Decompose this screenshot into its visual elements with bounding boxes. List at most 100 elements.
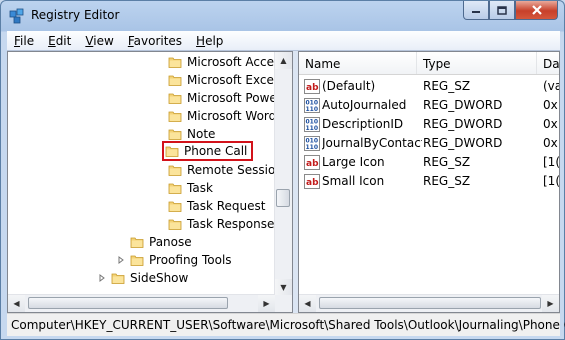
- tree-node[interactable]: Task Response: [168, 215, 274, 233]
- table-row[interactable]: 010 110 AutoJournaled REG_DWORD 0x: [299, 96, 559, 115]
- binary-value-icon: 010110: [304, 136, 320, 151]
- table-row[interactable]: ab Large Icon REG_SZ [1(: [299, 153, 560, 172]
- tree-node-label: Proofing Tools: [149, 253, 232, 267]
- value-type: REG_DWORD: [423, 117, 503, 131]
- scroll-left-arrow-icon[interactable]: ◀: [299, 295, 316, 312]
- scroll-thumb[interactable]: [319, 297, 541, 309]
- tree-node[interactable]: Microsoft Word: [168, 107, 276, 125]
- value-data: 0x: [543, 117, 558, 131]
- scroll-right-arrow-icon[interactable]: ▶: [542, 295, 559, 312]
- folder-icon: [168, 163, 182, 177]
- tree-node-label: Microsoft Word: [187, 109, 277, 123]
- value-data: [1(: [543, 174, 560, 188]
- registry-path: Computer\HKEY_CURRENT_USER\Software\Micr…: [11, 318, 565, 332]
- scroll-down-arrow-icon[interactable]: ▼: [275, 279, 292, 296]
- value-type: REG_DWORD: [423, 98, 503, 112]
- value-type: REG_DWORD: [423, 136, 503, 150]
- column-header-data[interactable]: Da: [537, 52, 559, 74]
- expand-arrow-icon[interactable]: [117, 256, 125, 264]
- tree-node[interactable]: Proofing Tools: [130, 251, 232, 269]
- scroll-left-arrow-icon[interactable]: ◀: [8, 295, 25, 312]
- binary-value-icon: 010110: [304, 117, 320, 132]
- menu-file[interactable]: File: [7, 34, 41, 48]
- tree-node[interactable]: Task Request: [168, 197, 265, 215]
- scroll-right-arrow-icon[interactable]: ▶: [258, 295, 275, 312]
- list-header: Name Type Da: [299, 52, 559, 75]
- registry-app-icon: [9, 8, 24, 24]
- value-name: (Default): [322, 79, 376, 93]
- table-row[interactable]: 010 110 JournalByContact REG_DWORD 0x: [299, 134, 559, 153]
- folder-icon: [111, 271, 125, 285]
- maximize-icon: [497, 5, 507, 15]
- close-icon: [531, 5, 542, 15]
- caption-buttons: [463, 1, 558, 21]
- close-button[interactable]: [515, 1, 558, 20]
- tree-node[interactable]: Microsoft Access: [168, 53, 287, 71]
- table-row[interactable]: ab (Default) REG_SZ (va: [299, 77, 559, 96]
- tree-node-label: Microsoft Power: [187, 91, 282, 105]
- column-header-name[interactable]: Name: [299, 52, 417, 74]
- value-name: Small Icon: [322, 174, 385, 188]
- column-header-type[interactable]: Type: [417, 52, 537, 74]
- svg-text:110: 110: [306, 144, 319, 151]
- main-panes: Microsoft Access Microsoft Excel Microso…: [7, 51, 560, 313]
- string-value-icon: ab: [304, 174, 320, 189]
- value-type: REG_SZ: [423, 79, 471, 93]
- tree-node-label: Task: [187, 181, 213, 195]
- value-name: JournalByContact: [322, 136, 422, 150]
- value-data: [1(: [543, 155, 560, 169]
- tree-node[interactable]: Remote Session: [168, 161, 283, 179]
- expand-arrow-icon[interactable]: [98, 274, 106, 282]
- selected-highlight: Phone Call: [162, 141, 254, 161]
- tree-horizontal-scrollbar[interactable]: ◀ ▶: [8, 294, 275, 312]
- menu-favorites[interactable]: Favorites: [121, 34, 189, 48]
- tree-node-label: Microsoft Excel: [187, 73, 278, 87]
- maximize-button[interactable]: [489, 1, 515, 20]
- minimize-button[interactable]: [463, 1, 489, 20]
- menu-edit[interactable]: Edit: [41, 34, 78, 48]
- value-name: DescriptionID: [322, 117, 404, 131]
- tree-node[interactable]: Task: [168, 179, 213, 197]
- folder-icon: [130, 253, 144, 267]
- folder-icon: [168, 73, 182, 87]
- value-data: 0x: [543, 136, 558, 150]
- value-data: (va: [543, 79, 559, 93]
- list-horizontal-scrollbar[interactable]: ◀ ▶: [299, 294, 559, 312]
- tree-node[interactable]: Panose: [130, 233, 192, 251]
- tree-node-label: Phone Call: [184, 144, 248, 158]
- folder-icon: [168, 127, 182, 141]
- table-row[interactable]: 010 110 DescriptionID REG_DWORD 0x: [299, 115, 559, 134]
- value-type: REG_SZ: [423, 174, 471, 188]
- tree-node[interactable]: Microsoft Excel: [168, 71, 277, 89]
- registry-editor-window: Registry Editor File Edit View Favorites…: [0, 0, 565, 340]
- tree-node[interactable]: SideShow: [111, 269, 188, 287]
- scroll-corner: [275, 295, 292, 312]
- tree-node-label: Panose: [149, 235, 192, 249]
- title-bar[interactable]: Registry Editor: [1, 1, 564, 31]
- svg-text:110: 110: [306, 106, 319, 113]
- tree-vertical-scrollbar[interactable]: ▲ ▼: [274, 52, 292, 296]
- tree-node[interactable]: Microsoft Power: [168, 89, 282, 107]
- tree-node-label: Microsoft Access: [187, 55, 287, 69]
- table-row[interactable]: ab Small Icon REG_SZ [1(: [299, 172, 560, 191]
- folder-icon: [130, 235, 144, 249]
- registry-tree[interactable]: Microsoft Access Microsoft Excel Microso…: [7, 51, 293, 313]
- menu-view[interactable]: View: [78, 34, 120, 48]
- string-value-icon: ab: [304, 79, 320, 94]
- tree-node-label: Task Response: [187, 217, 275, 231]
- svg-text:ab: ab: [306, 83, 319, 93]
- tree-node-selected[interactable]: Phone Call: [162, 141, 254, 161]
- tree-node-label: Note: [187, 127, 216, 141]
- svg-text:ab: ab: [306, 159, 319, 169]
- folder-icon: [168, 217, 182, 231]
- values-list[interactable]: Name Type Da ab (Default) REG_SZ (va 010…: [298, 51, 560, 313]
- status-bar: Computer\HKEY_CURRENT_USER\Software\Micr…: [7, 313, 565, 336]
- scroll-thumb[interactable]: [28, 297, 228, 309]
- value-name: AutoJournaled: [322, 98, 407, 112]
- menu-bar: File Edit View Favorites Help: [7, 31, 560, 51]
- tree-node-label: SideShow: [130, 271, 189, 285]
- svg-text:ab: ab: [306, 178, 319, 188]
- scroll-up-arrow-icon[interactable]: ▲: [275, 52, 292, 69]
- scroll-thumb[interactable]: [276, 189, 290, 207]
- menu-help[interactable]: Help: [189, 34, 230, 48]
